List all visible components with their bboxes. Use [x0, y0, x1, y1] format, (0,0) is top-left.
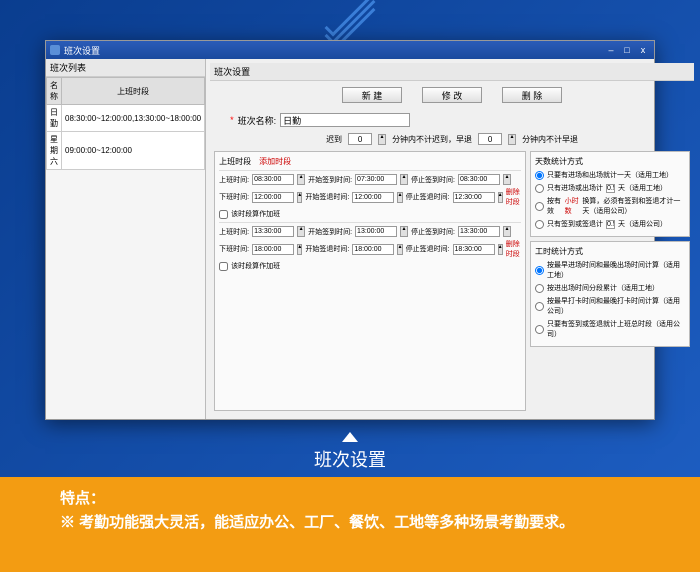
late-suffix: 分钟内不计迟到，早退 [392, 134, 472, 145]
hour-stats-box: 工时统计方式 按最早进场时间和最晚出场时间计算（适用工地） 按进出场时间分段累计… [530, 241, 690, 347]
early-suffix: 分钟内不计早退 [522, 134, 578, 145]
signout-end-input[interactable] [453, 192, 495, 203]
features-title: 特点： [60, 487, 640, 508]
caption-area: 班次设置 [0, 432, 700, 472]
end-time-input[interactable] [252, 244, 294, 255]
features-banner: 特点： ※ 考勤功能强大灵活，能适应办公、工厂、餐饮、工地等多种场景考勤要求。 [0, 477, 700, 572]
shift-name-input[interactable] [280, 113, 410, 127]
day-stats-box: 天数统计方式 只要有进场和出场就计一天（适用工地） 只有进场或出场计天（适用工地… [530, 151, 690, 237]
stats-opt1-radio[interactable] [535, 171, 544, 180]
signout-start-input[interactable] [352, 244, 394, 255]
stats-opt4-radio[interactable] [535, 220, 544, 229]
start-time-input[interactable] [252, 226, 294, 237]
triangle-icon [342, 432, 358, 442]
stats-opt2-radio[interactable] [535, 184, 544, 193]
late-minutes-input[interactable] [348, 133, 372, 145]
edit-button[interactable]: 修 改 [422, 87, 482, 103]
periods-header: 上班时段 [219, 156, 251, 167]
period-block: 上班时间: ▴ 开始签到时间: ▴ 停止签到时间: ▴ 下班时间: ▴ 开始签退… [219, 222, 521, 274]
overtime-checkbox[interactable] [219, 262, 228, 271]
spinner-icon[interactable]: ▴ [503, 226, 511, 237]
spinner-icon[interactable]: ▴ [400, 226, 408, 237]
shift-settings-window: 班次设置 – □ x 班次列表 名称 上班时段 日勤 08:30:00~12:0… [45, 40, 655, 420]
overtime-checkbox[interactable] [219, 210, 228, 219]
spinner-icon[interactable]: ▴ [503, 174, 511, 185]
app-icon [50, 45, 60, 55]
col-time[interactable]: 上班时段 [62, 78, 205, 105]
hour-stats-title: 工时统计方式 [535, 246, 685, 257]
spinner-icon[interactable]: ▴ [508, 134, 516, 145]
decorative-chevrons [320, 5, 380, 29]
name-label: 班次名称: [238, 114, 277, 127]
shift-list-panel: 班次列表 名称 上班时段 日勤 08:30:00~12:00:00,13:30:… [46, 59, 206, 419]
delete-period-link[interactable]: 删除时段 [506, 187, 521, 207]
signout-start-input[interactable] [352, 192, 394, 203]
slide-caption: 班次设置 [0, 446, 700, 472]
required-mark: * [230, 115, 234, 125]
signin-start-input[interactable] [355, 174, 397, 185]
spinner-icon[interactable]: ▴ [297, 226, 305, 237]
spinner-icon[interactable]: ▴ [498, 244, 503, 255]
day-stats-title: 天数统计方式 [535, 156, 685, 167]
delete-period-link[interactable]: 删除时段 [506, 239, 521, 259]
signout-end-input[interactable] [453, 244, 495, 255]
minimize-button[interactable]: – [604, 45, 618, 55]
titlebar[interactable]: 班次设置 – □ x [46, 41, 654, 59]
hours-opt1-radio[interactable] [535, 266, 544, 275]
new-button[interactable]: 新 建 [342, 87, 402, 103]
add-period-link[interactable]: 添加时段 [259, 156, 291, 167]
hours-opt2-radio[interactable] [535, 284, 544, 293]
spinner-icon[interactable]: ▴ [297, 244, 302, 255]
late-label: 迟到 [326, 134, 342, 145]
start-time-input[interactable] [252, 174, 294, 185]
half-day-input[interactable] [606, 184, 615, 193]
signin-start-input[interactable] [355, 226, 397, 237]
maximize-button[interactable]: □ [620, 45, 634, 55]
delete-button[interactable]: 删 除 [502, 87, 562, 103]
spinner-icon[interactable]: ▴ [397, 192, 402, 203]
spinner-icon[interactable]: ▴ [397, 244, 402, 255]
spinner-icon[interactable]: ▴ [378, 134, 386, 145]
half-day-input-2[interactable] [606, 220, 615, 229]
spinner-icon[interactable]: ▴ [498, 192, 503, 203]
hours-opt3-radio[interactable] [535, 302, 544, 311]
early-minutes-input[interactable] [478, 133, 502, 145]
shift-table: 名称 上班时段 日勤 08:30:00~12:00:00,13:30:00~18… [46, 77, 205, 170]
signin-end-input[interactable] [458, 226, 500, 237]
close-button[interactable]: x [636, 45, 650, 55]
table-row[interactable]: 星期六 09:00:00~12:00:00 [47, 132, 205, 170]
period-block: 上班时间: ▴ 开始签到时间: ▴ 停止签到时间: ▴ 下班时间: ▴ 开始签退… [219, 170, 521, 222]
col-name[interactable]: 名称 [47, 78, 62, 105]
spinner-icon[interactable]: ▴ [297, 174, 305, 185]
config-title: 班次设置 [210, 63, 694, 81]
spinner-icon[interactable]: ▴ [297, 192, 302, 203]
table-row[interactable]: 日勤 08:30:00~12:00:00,13:30:00~18:00:00 [47, 105, 205, 132]
shift-list-title: 班次列表 [46, 59, 205, 77]
signin-end-input[interactable] [458, 174, 500, 185]
time-periods-section: 上班时段 添加时段 上班时间: ▴ 开始签到时间: ▴ 停止签到时间: ▴ [214, 151, 526, 411]
shift-config-panel: 班次设置 新 建 修 改 删 除 * 班次名称: 迟到 ▴ 分钟内不计迟到，早退… [206, 59, 698, 419]
features-desc: ※ 考勤功能强大灵活，能适应办公、工厂、餐饮、工地等多种场景考勤要求。 [60, 512, 640, 533]
window-title: 班次设置 [64, 44, 100, 57]
end-time-input[interactable] [252, 192, 294, 203]
hours-opt4-radio[interactable] [535, 325, 544, 334]
stats-opt3-radio[interactable] [535, 202, 544, 211]
spinner-icon[interactable]: ▴ [400, 174, 408, 185]
